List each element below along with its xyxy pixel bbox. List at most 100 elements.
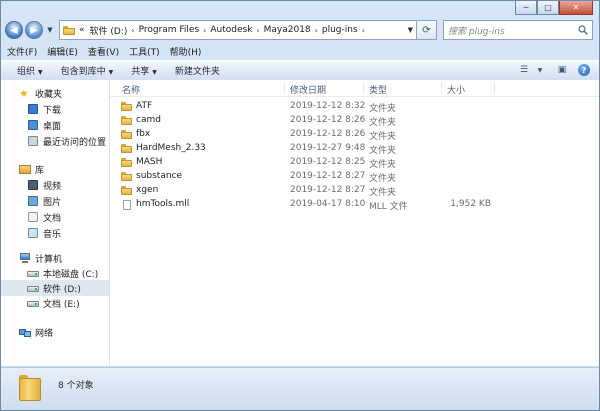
menu-help[interactable]: 帮助(H) bbox=[170, 45, 202, 58]
nav-item-downloads[interactable]: 下载 bbox=[1, 101, 109, 117]
column-size[interactable]: 大小 bbox=[447, 83, 465, 96]
folder-icon bbox=[121, 129, 132, 139]
nav-item-recent-places[interactable]: 最近访问的位置 bbox=[1, 133, 109, 149]
nav-favorites[interactable]: ★ 收藏夹 bbox=[1, 85, 109, 101]
breadcrumb-drive[interactable]: 软件 (D:) bbox=[90, 24, 128, 37]
file-row[interactable]: camd 2019-12-12 8:26 文件夹 bbox=[110, 114, 599, 128]
nav-item-label: 视频 bbox=[43, 181, 62, 192]
file-row[interactable]: fbx 2019-12-12 8:26 文件夹 bbox=[110, 128, 599, 142]
close-button[interactable]: ✕ bbox=[559, 1, 593, 15]
nav-item-label: 下载 bbox=[43, 105, 62, 116]
picture-icon bbox=[27, 195, 39, 207]
recent-pages-dropdown[interactable]: ▼ bbox=[45, 21, 55, 39]
file-type: 文件夹 bbox=[369, 104, 397, 114]
breadcrumb-maya2018[interactable]: Maya2018 bbox=[264, 25, 311, 35]
share-button[interactable]: 共享 ▼ bbox=[131, 64, 157, 77]
folder-icon bbox=[121, 115, 132, 125]
column-date[interactable]: 修改日期 bbox=[290, 83, 326, 96]
forward-button[interactable]: ▶ bbox=[25, 21, 43, 39]
file-row[interactable]: HardMesh_2.33 2019-12-27 9:48 文件夹 bbox=[110, 142, 599, 156]
search-input[interactable]: 搜索 plug-ins bbox=[443, 20, 593, 40]
address-bar[interactable]: « 软件 (D:) › Program Files › Autodesk › M… bbox=[59, 20, 417, 40]
nav-item-label: 文档 bbox=[43, 213, 62, 224]
file-row[interactable]: ATF 2019-12-12 8:32 文件夹 bbox=[110, 100, 599, 114]
nav-item-label: 图片 bbox=[43, 197, 62, 208]
file-name: camd bbox=[136, 115, 161, 125]
column-type[interactable]: 类型 bbox=[369, 83, 387, 96]
recent-places-icon bbox=[27, 135, 39, 147]
view-options-icon[interactable]: ☰ bbox=[517, 63, 531, 77]
breadcrumb-separator[interactable]: › bbox=[315, 26, 318, 35]
item-count: 8 个对象 bbox=[58, 381, 94, 391]
nav-item-desktop[interactable]: 桌面 bbox=[1, 117, 109, 133]
nav-favorites-label: 收藏夹 bbox=[35, 89, 63, 100]
drive-icon bbox=[27, 298, 39, 309]
folder-icon bbox=[121, 171, 132, 181]
minimize-button[interactable]: ─ bbox=[515, 1, 537, 15]
nav-libraries[interactable]: 库 bbox=[1, 161, 109, 177]
folder-icon bbox=[63, 25, 75, 35]
nav-item-label: 最近访问的位置 bbox=[43, 137, 107, 148]
search-icon[interactable] bbox=[578, 25, 588, 35]
column-divider[interactable] bbox=[441, 82, 442, 94]
refresh-button[interactable]: ⟳ bbox=[417, 20, 437, 40]
preview-pane-icon[interactable]: ▣ bbox=[555, 63, 569, 77]
nav-item-drive-c[interactable]: 本地磁盘 (C:) bbox=[1, 265, 109, 281]
nav-item-music[interactable]: 音乐 bbox=[1, 225, 109, 241]
menu-view[interactable]: 查看(V) bbox=[88, 45, 119, 58]
breadcrumb-overflow[interactable]: « bbox=[79, 25, 85, 35]
file-type: 文件夹 bbox=[369, 132, 397, 142]
column-name[interactable]: 名称 bbox=[122, 83, 140, 96]
file-type: 文件夹 bbox=[369, 118, 397, 128]
organize-label: 组织 bbox=[17, 67, 36, 77]
nav-computer[interactable]: 计算机 bbox=[1, 250, 109, 266]
explorer-window: ─ □ ✕ ◀ ▶ ▼ « 软件 (D:) › Program Files › … bbox=[0, 0, 600, 411]
column-divider[interactable] bbox=[494, 82, 495, 94]
organize-button[interactable]: 组织 ▼ bbox=[17, 64, 43, 77]
drive-icon bbox=[27, 268, 39, 279]
breadcrumb-program-files[interactable]: Program Files bbox=[139, 25, 200, 35]
nav-network-label: 网络 bbox=[35, 328, 54, 339]
folder-icon bbox=[121, 157, 132, 167]
include-in-library-button[interactable]: 包含到库中 ▼ bbox=[61, 64, 114, 77]
folder-icon bbox=[121, 143, 132, 153]
folder-icon bbox=[121, 185, 132, 195]
breadcrumb-separator[interactable]: › bbox=[256, 26, 259, 35]
nav-item-videos[interactable]: 视频 bbox=[1, 177, 109, 193]
file-type: 文件夹 bbox=[369, 174, 397, 184]
file-name: ATF bbox=[136, 101, 153, 111]
breadcrumb-separator[interactable]: › bbox=[131, 26, 134, 35]
breadcrumb-autodesk[interactable]: Autodesk bbox=[210, 25, 252, 35]
nav-libraries-label: 库 bbox=[35, 165, 45, 176]
breadcrumb-plug-ins[interactable]: plug-ins bbox=[322, 25, 358, 35]
breadcrumb-separator[interactable]: › bbox=[362, 26, 365, 35]
menu-edit[interactable]: 编辑(E) bbox=[47, 45, 78, 58]
new-folder-button[interactable]: 新建文件夹 bbox=[175, 64, 220, 77]
column-divider[interactable] bbox=[284, 82, 285, 94]
back-button[interactable]: ◀ bbox=[5, 21, 23, 39]
maximize-button[interactable]: □ bbox=[537, 1, 559, 15]
file-row[interactable]: MASH 2019-12-12 8:25 文件夹 bbox=[110, 156, 599, 170]
chevron-down-icon[interactable]: ▼ bbox=[533, 63, 547, 77]
downloads-icon bbox=[27, 103, 39, 115]
nav-item-label: 音乐 bbox=[43, 229, 62, 240]
file-row[interactable]: hmTools.mll 2019-04-17 8:10 MLL 文件 1,952… bbox=[110, 198, 599, 212]
nav-item-drive-d[interactable]: 软件 (D:) bbox=[1, 280, 109, 296]
breadcrumb-separator[interactable]: › bbox=[203, 26, 206, 35]
file-date: 2019-12-12 8:26 bbox=[290, 115, 366, 125]
nav-item-documents[interactable]: 文档 bbox=[1, 209, 109, 225]
desktop-icon bbox=[27, 119, 39, 131]
caption-buttons: ─ □ ✕ bbox=[515, 1, 593, 17]
file-row[interactable]: xgen 2019-12-12 8:27 文件夹 bbox=[110, 184, 599, 198]
nav-network[interactable]: 网络 bbox=[1, 324, 109, 340]
file-row[interactable]: substance 2019-12-12 8:27 文件夹 bbox=[110, 170, 599, 184]
help-button[interactable]: ? bbox=[577, 63, 591, 77]
nav-item-drive-e[interactable]: 文档 (E:) bbox=[1, 295, 109, 311]
menu-bar: 文件(F) 编辑(E) 查看(V) 工具(T) 帮助(H) bbox=[1, 44, 599, 59]
menu-tools[interactable]: 工具(T) bbox=[129, 45, 160, 58]
file-size: 1,952 KB bbox=[450, 199, 491, 209]
menu-file[interactable]: 文件(F) bbox=[7, 45, 37, 58]
chevron-down-icon[interactable]: ▼ bbox=[408, 26, 413, 34]
nav-item-pictures[interactable]: 图片 bbox=[1, 193, 109, 209]
column-divider[interactable] bbox=[363, 82, 364, 94]
